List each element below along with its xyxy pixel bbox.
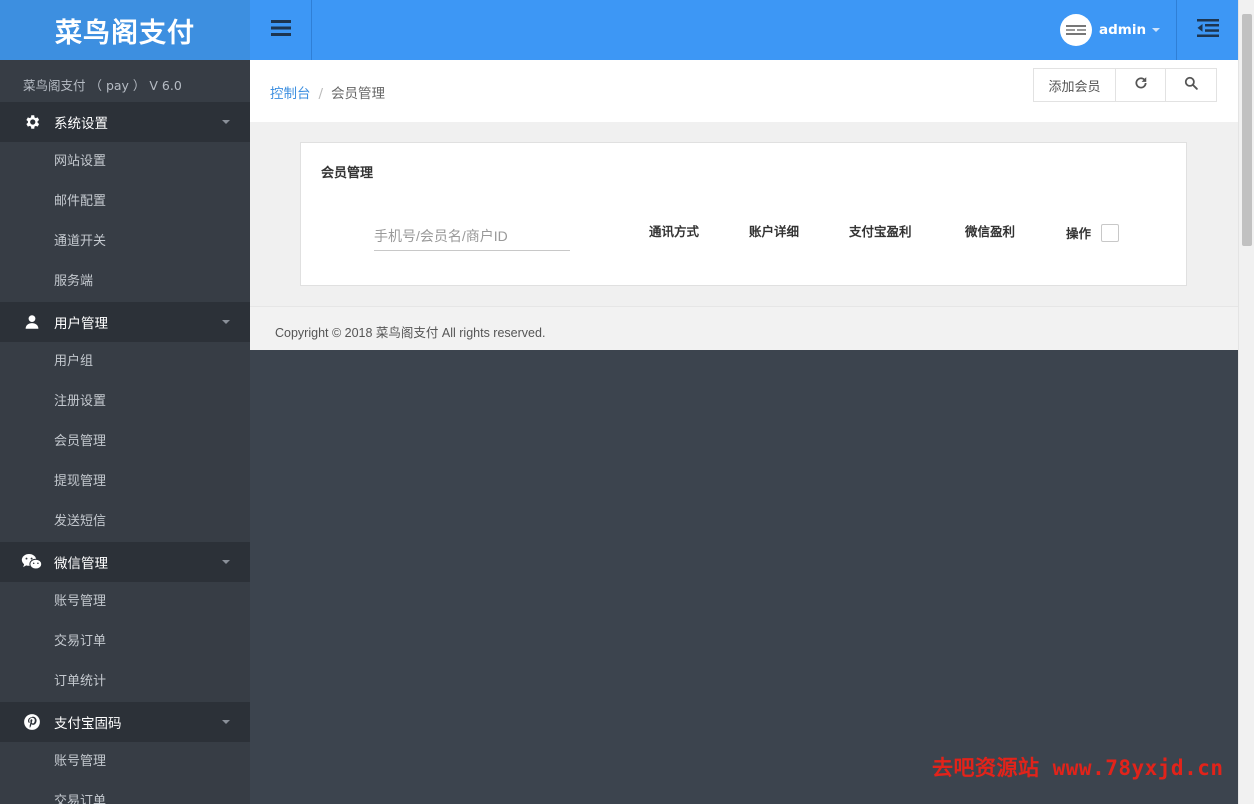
sidebar-item-send-sms[interactable]: 发送短信 [0,502,250,542]
breadcrumb-current: 会员管理 [331,86,386,102]
wechat-icon [21,551,43,573]
breadcrumb-home-link[interactable]: 控制台 [270,86,311,102]
hamburger-icon [270,20,291,40]
sidebar-item-wechat-accounts[interactable]: 账号管理 [0,582,250,622]
column-header-operation: 操作 [1066,223,1120,242]
sidebar-group-label: 微信管理 [54,556,108,572]
sidebar-collapse-button[interactable] [1176,0,1238,60]
sidebar-group-label: 系统设置 [54,116,108,132]
breadcrumb-bar: 控制台 / 会员管理 添加会员 [250,60,1238,122]
brand-logo: 菜鸟阁支付 [0,0,250,60]
chevron-down-icon [222,120,230,124]
breadcrumb-separator: / [318,86,324,102]
vertical-scrollbar[interactable] [1238,0,1254,804]
user-icon [21,311,43,333]
chevron-down-icon [1152,28,1161,32]
member-panel: 会员管理 通讯方式 账户详细 支付宝盈利 微信盈利 操作 [300,142,1187,286]
toolbar-button-group: 添加会员 [1033,68,1217,102]
sidebar-item-alipay-accounts[interactable]: 账号管理 [0,742,250,782]
search-input[interactable] [374,221,570,251]
chevron-down-icon [222,320,230,324]
sidebar-item-site-settings[interactable]: 网站设置 [0,142,250,182]
column-header-wechat-profit: 微信盈利 [965,224,1016,239]
chevron-down-icon [222,560,230,564]
user-menu[interactable]: admin [1060,0,1161,60]
top-navbar: admin [250,0,1238,60]
copyright-text: Copyright © 2018 菜鸟阁支付 All rights reserv… [275,326,546,340]
sidebar-item-server[interactable]: 服务端 [0,262,250,302]
sidebar-item-member-management[interactable]: 会员管理 [0,422,250,462]
username-label: admin [1099,22,1147,38]
sidebar-item-register-settings[interactable]: 注册设置 [0,382,250,422]
sidebar-item-wechat-orders[interactable]: 交易订单 [0,622,250,662]
sidebar-item-order-stats[interactable]: 订单统计 [0,662,250,702]
scrollbar-thumb[interactable] [1242,14,1252,246]
avatar [1060,14,1092,46]
column-header-account-details: 账户详细 [749,224,800,239]
pinterest-icon [21,711,43,733]
column-header-alipay-profit: 支付宝盈利 [849,224,912,239]
sidebar-item-withdraw-management[interactable]: 提现管理 [0,462,250,502]
search-icon [1184,76,1198,94]
sidebar-item-alipay-orders[interactable]: 交易订单 [0,782,250,804]
sidebar: 菜鸟阁支付 菜鸟阁支付 （ pay ） V 6.0 系统设置 网站设置 邮件配置… [0,0,250,804]
sidebar-group-wechat-management[interactable]: 微信管理 [0,542,250,582]
watermark-text: 去吧资源站 www.78yxjd.cn [932,756,1224,780]
sidebar-item-channel-switch[interactable]: 通道开关 [0,222,250,262]
chevron-down-icon [222,720,230,724]
search-button[interactable] [1166,69,1216,101]
refresh-button[interactable] [1116,69,1166,101]
menu-toggle-button[interactable] [250,0,312,60]
operation-label: 操作 [1066,226,1092,241]
sidebar-group-label: 用户管理 [54,316,108,332]
main-content: 控制台 / 会员管理 添加会员 会员管理 通讯方式 账户详细 支付宝盈利 微信盈利 … [250,60,1238,350]
footer: Copyright © 2018 菜鸟阁支付 All rights reserv… [250,306,1238,350]
select-all-checkbox[interactable] [1101,223,1120,242]
indent-icon [1196,19,1219,41]
add-member-button[interactable]: 添加会员 [1034,69,1116,101]
column-header-contact: 通讯方式 [649,224,700,239]
sidebar-group-alipay-fixed-code[interactable]: 支付宝固码 [0,702,250,742]
sidebar-group-system-settings[interactable]: 系统设置 [0,102,250,142]
sidebar-group-label: 支付宝固码 [54,716,122,732]
refresh-icon [1134,76,1148,94]
panel-title: 会员管理 [321,166,374,181]
breadcrumb: 控制台 / 会员管理 [270,82,385,102]
sidebar-group-user-management[interactable]: 用户管理 [0,302,250,342]
version-label: 菜鸟阁支付 （ pay ） V 6.0 [23,78,182,93]
gear-icon [21,111,43,133]
sidebar-item-user-group[interactable]: 用户组 [0,342,250,382]
sidebar-item-mail-config[interactable]: 邮件配置 [0,182,250,222]
